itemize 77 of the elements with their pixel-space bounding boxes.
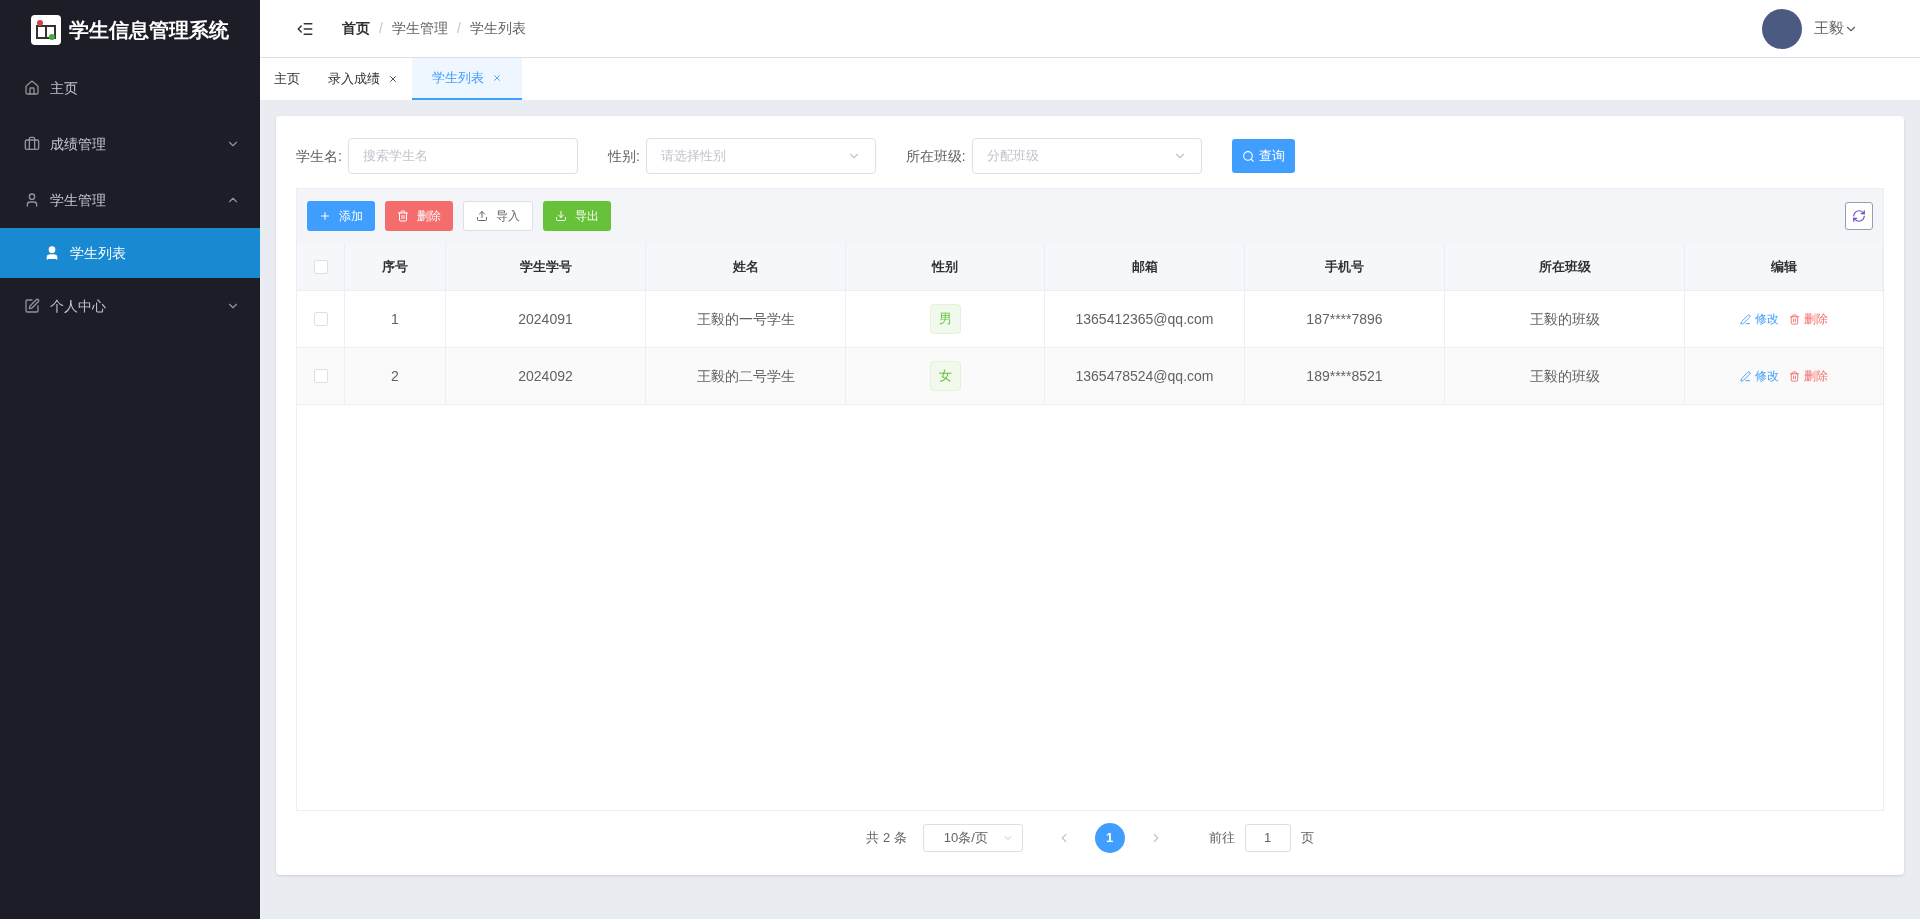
refresh-icon [1852,209,1866,223]
close-icon[interactable] [388,74,398,84]
import-button[interactable]: 导入 [463,201,533,231]
column-header: 学生学号 [446,243,646,290]
avatar[interactable] [1762,8,1802,49]
table-cell-text: 2 [391,366,399,386]
edit-link[interactable]: 修改 [1740,367,1779,385]
table-cell-text: 2024091 [518,309,573,329]
table-cell-text: 王毅的一号学生 [696,309,795,329]
table-cell-text: 王毅的二号学生 [696,366,795,386]
column-header: 所在班级 [1445,243,1685,290]
sidebar-subitem[interactable]: 学生列表 [0,228,260,278]
select-all-checkbox[interactable] [313,259,328,274]
trash-icon [397,210,409,222]
table-cell-text: 187****7896 [1306,309,1383,329]
column-header: 性别 [846,243,1045,290]
filter-label: 所在班级: [905,146,966,166]
filter-label: 学生名: [296,146,342,166]
user-icon [44,245,60,261]
edit-link[interactable]: 修改 [1740,310,1779,328]
table-cell-text: 2024092 [518,366,573,386]
user-icon [24,192,40,208]
page-size-select[interactable]: 10条/页 [922,824,1023,852]
pencil-icon [1740,370,1751,382]
trash-icon [1789,370,1800,382]
gender-tag: 女 [929,361,961,391]
filter-label: 性别: [607,146,640,166]
breadcrumb-separator: / [456,19,461,38]
search-icon [1241,149,1255,163]
logo-icon [31,15,61,45]
total-count: 共 2 条 [866,829,907,848]
goto-page-field[interactable]: 1 [1244,824,1291,852]
table-cell-text: 189****8521 [1306,366,1383,386]
table-cell-text: 王毅的班级 [1529,366,1600,386]
sidebar-item[interactable]: 主页 [0,60,260,116]
column-header: 姓名 [646,243,846,290]
row-checkbox[interactable] [313,312,328,326]
app-title: 学生信息管理系统 [69,18,229,43]
breadcrumb-link[interactable]: 学生管理 [391,18,448,39]
breadcrumb-link[interactable]: 首页 [342,18,370,39]
page-tab[interactable]: 录入成绩 [314,58,412,100]
download-icon [555,210,567,222]
page-tab[interactable]: 主页 [260,58,314,100]
delete-link[interactable]: 删除 [1789,367,1828,385]
upload-icon [476,210,488,222]
search-button[interactable]: 查询 [1231,139,1295,173]
goto-label: 前往 [1208,829,1235,848]
sidebar-item[interactable]: 学生管理 [0,172,260,228]
pencil-icon [1740,313,1751,325]
page-tab[interactable]: 学生列表 [412,58,522,100]
table-cell-text: 王毅的班级 [1529,309,1600,329]
export-button[interactable]: 导出 [543,201,611,231]
goto-suffix: 页 [1300,829,1314,848]
page-number[interactable]: 1 [1094,823,1125,853]
row-checkbox[interactable] [313,369,328,383]
delete-link[interactable]: 删除 [1789,310,1828,328]
briefcase-icon [24,136,40,152]
table-cell-text: 1365478524@qq.com [1075,366,1214,386]
trash-icon [1789,313,1800,325]
table-cell-text: 1 [391,309,399,329]
sidebar-item[interactable]: 个人中心 [0,278,260,334]
edit-icon [24,298,40,314]
add-button[interactable]: 添加 [307,201,375,231]
breadcrumb-link[interactable]: 学生列表 [469,18,526,39]
column-header: 序号 [345,243,446,290]
column-header: 手机号 [1245,243,1445,290]
column-header: 邮箱 [1045,243,1245,290]
delete-button[interactable]: 删除 [385,201,453,231]
home-icon [24,80,40,96]
column-header: 编辑 [1685,243,1883,290]
user-name[interactable]: 王毅 [1814,17,1844,40]
plus-icon [319,210,331,222]
sidebar-item[interactable]: 成绩管理 [0,116,260,172]
table-cell-text: 1365412365@qq.com [1075,309,1214,329]
gender-tag: 男 [929,304,961,334]
breadcrumb-separator: / [379,19,383,38]
refresh-button[interactable] [1845,202,1873,230]
